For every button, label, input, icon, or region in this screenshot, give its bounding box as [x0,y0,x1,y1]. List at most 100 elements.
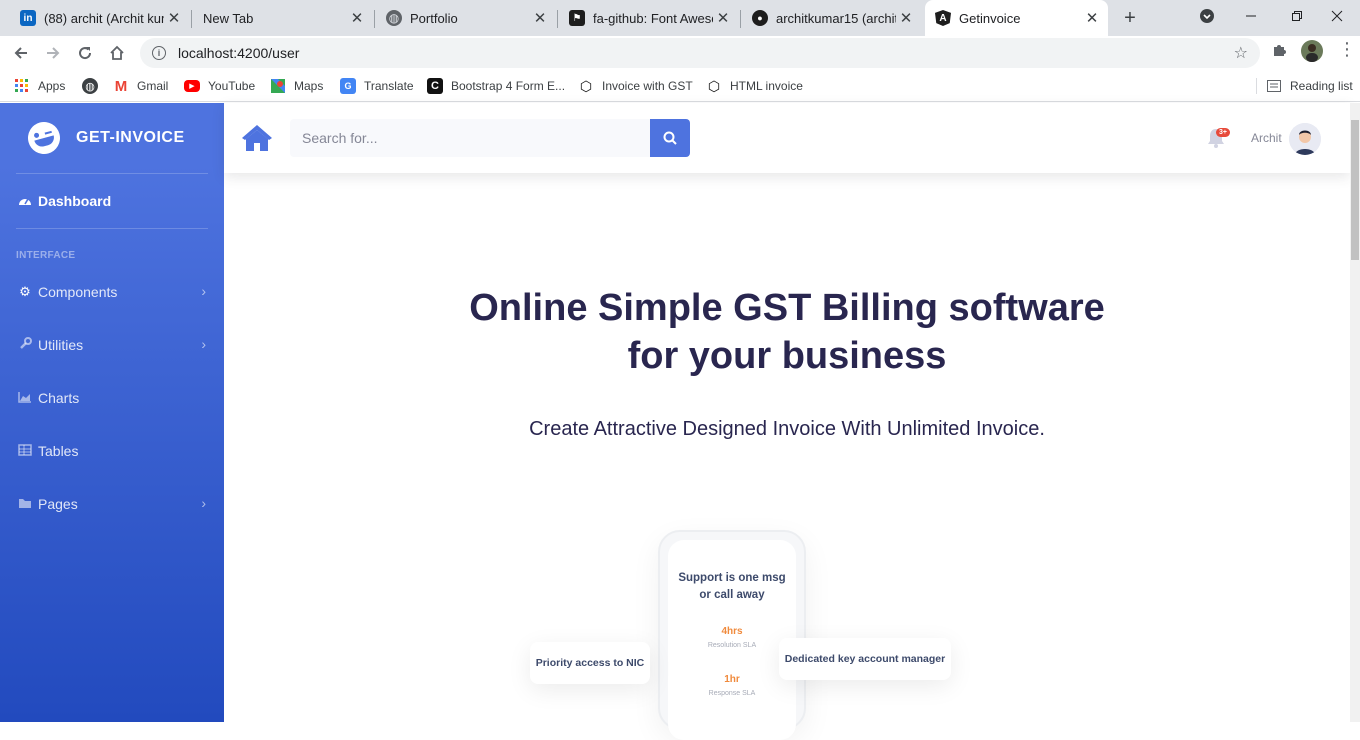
profile-photo-icon [1301,40,1323,62]
browser-tab-strip: in (88) archit (Archit kumar ✕ New Tab ✕… [0,0,1360,36]
tab-separator [374,10,375,28]
address-bar[interactable]: i localhost:4200/user ☆ [140,38,1260,68]
alerts-badge: 3+ [1216,128,1230,137]
close-tab-icon[interactable]: ✕ [896,8,916,28]
home-button[interactable] [104,40,130,66]
site-info-icon[interactable]: i [152,46,166,60]
browser-tab-github[interactable]: ● architkumar15 (archit k ✕ [742,4,922,32]
sidebar-divider [16,228,208,229]
forward-arrow-icon [47,47,60,59]
topbar-search [290,119,690,157]
close-tab-icon[interactable]: ✕ [347,8,367,28]
page-scrollbar-thumb[interactable] [1351,120,1359,260]
bookmark-gmail[interactable]: M Gmail [113,76,169,96]
table-icon [18,443,32,459]
close-window-button[interactable] [1314,0,1360,32]
user-name[interactable]: Archit [1251,131,1282,145]
back-arrow-icon [14,47,27,59]
phone-screen: Support is one msg or call away 4hrs Res… [668,540,796,740]
chevron-right-icon: › [201,283,206,299]
apps-grid-icon [15,79,28,92]
browser-tab-fa-github[interactable]: ⚑ fa-github: Font Awesome ✕ [559,4,739,32]
sidebar-item-tables[interactable]: Tables [0,431,224,471]
sidebar-item-components[interactable]: ⚙ Components › [0,272,224,312]
bookmark-maps[interactable]: Maps [270,76,323,96]
bookmark-bootstrap-form[interactable]: C Bootstrap 4 Form E... [427,76,565,96]
close-tab-icon[interactable]: ✕ [1082,8,1102,28]
bookmark-apps[interactable]: Apps [14,76,65,96]
sidebar: GET-INVOICE Dashboard INTERFACE ⚙ Compon… [0,103,224,722]
search-input[interactable] [290,119,650,157]
search-button[interactable] [650,119,690,157]
sidebar-item-pages[interactable]: Pages › [0,484,224,524]
bookmark-invoice-gst[interactable]: ⬡ Invoice with GST [578,76,693,96]
home-icon[interactable] [240,123,274,153]
bookmark-label: Translate [364,79,414,93]
tab-search-icon [1200,9,1214,23]
bookmark-label: HTML invoice [730,79,803,93]
stat-resolution-value: 4hrs [721,626,743,637]
stat-response-value: 1hr [724,674,740,685]
browser-tab-linkedin[interactable]: in (88) archit (Archit kumar ✕ [10,4,190,32]
chart-area-icon [18,391,32,406]
bookmark-label: Invoice with GST [602,79,693,93]
reading-list-button[interactable]: Reading list [1266,76,1353,96]
tab-title: Portfolio [410,10,458,26]
bookmark-star-icon[interactable]: ☆ [1234,43,1248,63]
close-tab-icon[interactable]: ✕ [713,8,733,28]
sidebar-divider [16,173,208,174]
chrome-menu-icon[interactable]: ⋮ [1338,39,1356,60]
hero-subtitle: Create Attractive Designed Invoice With … [529,418,1045,440]
close-tab-icon[interactable]: ✕ [164,8,184,28]
back-button[interactable] [8,40,34,66]
sidebar-item-utilities[interactable]: Utilities › [0,325,224,365]
hero-title-line1: Online Simple GST Billing software [469,287,1105,329]
sidebar-item-dashboard[interactable]: Dashboard [0,181,224,221]
bookmark-html-invoice[interactable]: ⬡ HTML invoice [706,76,803,96]
stat-response-label: Response SLA [708,690,756,697]
tab-title: (88) archit (Archit kumar [44,10,164,26]
bookmarks-bar: Apps ◍ M Gmail ▶ YouTube Maps G Translat… [0,70,1360,102]
restore-icon [1292,11,1302,21]
sidebar-item-label: Charts [38,390,80,406]
forward-button[interactable] [40,40,66,66]
url-text[interactable]: localhost:4200/user [178,45,299,61]
minimize-button[interactable] [1228,0,1274,32]
browser-tab-new-tab[interactable]: New Tab ✕ [193,4,373,32]
globe-icon: ◍ [386,10,402,26]
tab-separator [191,10,192,28]
tab-title: fa-github: Font Awesome [593,10,713,26]
extensions-puzzle-icon[interactable] [1271,42,1287,63]
sidebar-item-charts[interactable]: Charts [0,378,224,418]
phone-title-line1: Support is one msg [678,572,786,584]
bookmark-translate[interactable]: G Translate [340,76,414,96]
hero-title: Online Simple GST Billing software for y… [224,284,1350,380]
browser-toolbar: i localhost:4200/user ☆ ⋮ [0,36,1360,70]
minimize-icon [1246,15,1256,17]
stat-resolution-label: Resolution SLA [707,642,757,649]
reading-list-icon [1267,80,1281,92]
translate-icon: G [340,78,356,94]
sidebar-brand[interactable]: GET-INVOICE [0,103,224,173]
sidebar-item-label: Components [38,284,118,300]
gmail-icon: M [114,77,128,95]
bookmark-youtube[interactable]: ▶ YouTube [184,76,255,96]
new-tab-button[interactable]: + [1118,6,1142,30]
bookmark-label: Maps [294,79,324,93]
user-avatar[interactable] [1289,123,1321,155]
tab-search-button[interactable] [1184,0,1230,32]
tab-title: Getinvoice [959,10,1021,26]
account-manager-card: Dedicated key account manager [779,638,951,680]
bookmark-globe[interactable]: ◍ [82,76,106,96]
browser-tab-getinvoice[interactable]: A Getinvoice ✕ [925,0,1108,36]
reload-button[interactable] [72,40,98,66]
laugh-wink-icon [24,118,64,158]
phone-title-line2: or call away [699,589,765,601]
codepen-c-icon: C [427,78,443,94]
github-icon: ● [752,10,768,26]
user-avatar-icon [1289,123,1321,155]
browser-tab-portfolio[interactable]: ◍ Portfolio ✕ [376,4,556,32]
close-tab-icon[interactable]: ✕ [530,8,550,28]
sidebar-item-label: Pages [38,496,78,512]
profile-avatar[interactable] [1301,40,1323,67]
